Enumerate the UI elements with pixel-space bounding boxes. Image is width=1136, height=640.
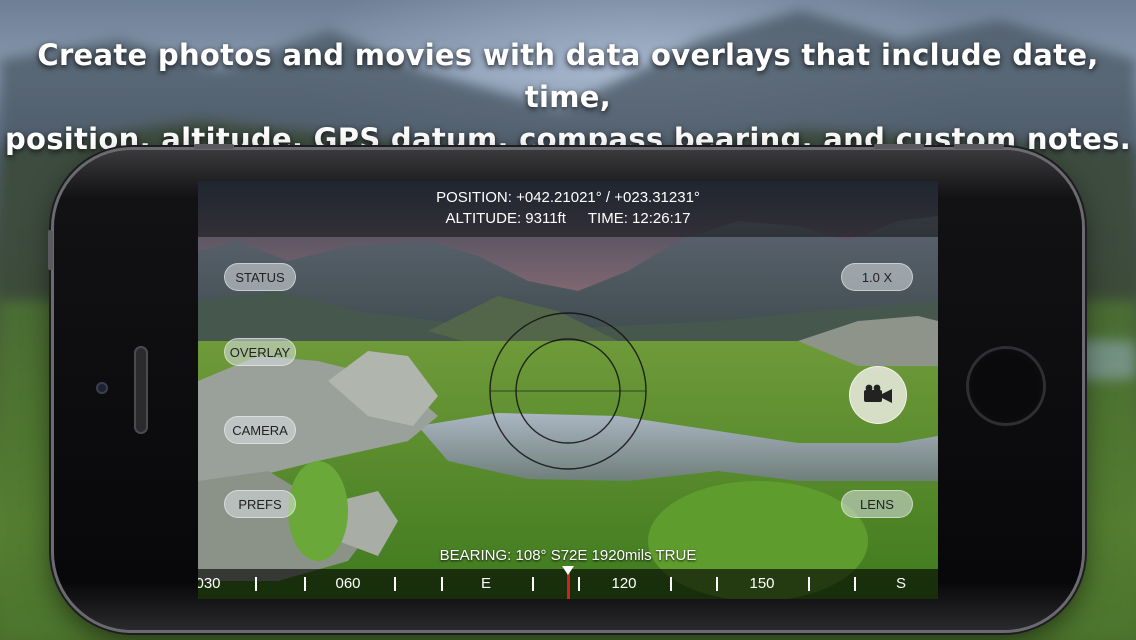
status-button[interactable]: STATUS [224, 263, 296, 291]
volume-button [48, 230, 53, 270]
compass-label: 030 [198, 575, 221, 592]
lens-button[interactable]: LENS [841, 490, 913, 518]
crosshair-reticle-icon [489, 312, 647, 470]
front-camera-icon [96, 382, 108, 394]
overlay-button[interactable]: OVERLAY [224, 338, 296, 366]
prefs-button[interactable]: PREFS [224, 490, 296, 518]
gps-overlay-bar: POSITION: +042.21021° / +023.31231° ALTI… [198, 181, 938, 237]
home-button[interactable] [966, 346, 1046, 426]
compass-label: 150 [749, 575, 775, 592]
altitude-time-row: ALTITUDE: 9311ft TIME: 12:26:17 [198, 208, 938, 229]
time-readout: TIME: 12:26:17 [587, 210, 691, 227]
compass-tick [808, 577, 810, 591]
altitude-readout: ALTITUDE: 9311ft [445, 210, 566, 227]
camera-screen: POSITION: +042.21021° / +023.31231° ALTI… [198, 181, 938, 599]
compass-heading-needle [567, 573, 570, 599]
compass-label: 060 [335, 575, 361, 592]
record-video-button[interactable] [849, 366, 907, 424]
compass-label: E [480, 575, 492, 592]
volume-down-button [874, 144, 924, 149]
compass-tick [441, 577, 443, 591]
zoom-button[interactable]: 1.0 X [841, 263, 913, 291]
headline: Create photos and movies with data overl… [0, 34, 1136, 160]
bearing-readout: BEARING: 108° S72E 1920mils TRUE [439, 547, 697, 564]
compass-tick [578, 577, 580, 591]
volume-up-button [954, 144, 1004, 149]
compass-tick [716, 577, 718, 591]
compass-tick [670, 577, 672, 591]
compass-tick [304, 577, 306, 591]
compass-tick [854, 577, 856, 591]
mute-switch [194, 144, 234, 149]
compass-tick [255, 577, 257, 591]
earpiece-speaker [134, 346, 148, 434]
compass-tick [394, 577, 396, 591]
video-camera-icon [864, 384, 892, 403]
camera-button[interactable]: CAMERA [224, 416, 296, 444]
headline-line-1: Create photos and movies with data overl… [37, 38, 1099, 114]
compass-pointer-icon [562, 566, 574, 575]
compass-label: 120 [611, 575, 637, 592]
compass-label: S [895, 575, 907, 592]
compass-tick [532, 577, 534, 591]
position-readout: POSITION: +042.21021° / +023.31231° [436, 189, 700, 206]
